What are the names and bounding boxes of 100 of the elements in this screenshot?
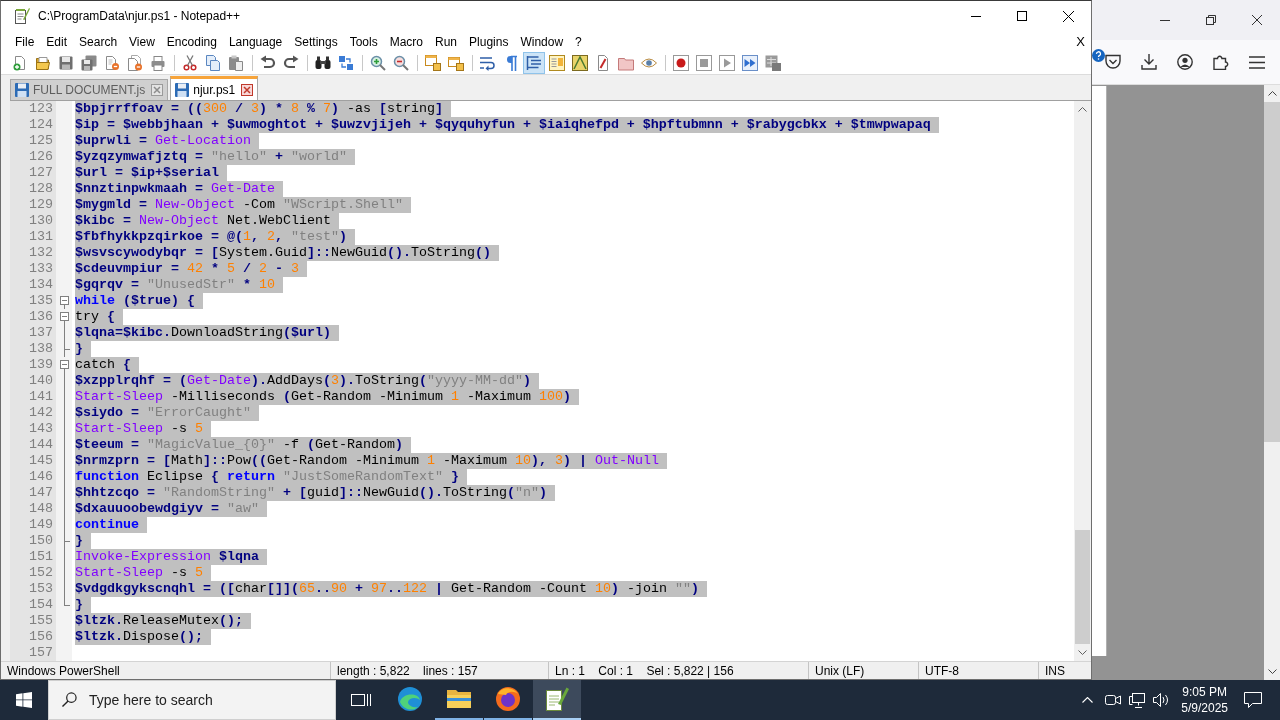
search-field[interactable]: Type here to search	[48, 680, 336, 720]
menu-item[interactable]: Language	[222, 32, 289, 51]
minimize-icon	[1160, 19, 1170, 21]
language-label: Windows PowerShell	[1, 662, 331, 679]
line-number: 138	[28, 341, 54, 357]
fold-minus-icon[interactable]	[59, 312, 69, 325]
line-number: 144	[28, 437, 54, 453]
line-number: 147	[28, 485, 54, 501]
clock-time[interactable]: 9:05 PM	[1182, 684, 1227, 700]
menu-item[interactable]: Plugins	[463, 32, 515, 51]
folder-icon	[447, 687, 471, 711]
line-number: 140	[28, 373, 54, 389]
close-document-button[interactable]: X	[1073, 34, 1088, 49]
stop-icon	[696, 55, 712, 71]
line-number: 137	[28, 325, 54, 341]
chevron-down-icon	[1267, 669, 1277, 674]
document-tab[interactable]: njur.ps1	[170, 76, 259, 100]
line-number: 148	[28, 501, 54, 517]
globe-icon	[496, 687, 520, 711]
line-number: 157	[28, 645, 54, 661]
two-pages-icon	[205, 55, 221, 71]
close-icon[interactable]	[151, 84, 164, 96]
binoculars-icon	[315, 55, 331, 71]
scrollbar-thumb[interactable]	[1075, 530, 1090, 644]
menu-item[interactable]: Settings	[288, 32, 344, 51]
folder-outline-icon	[618, 55, 634, 71]
monitor-icon[interactable]	[1129, 692, 1146, 708]
speaker-icon[interactable]	[1153, 693, 1170, 707]
cursor-position-label: Ln : 1 Col : 1 Sel : 5,822 | 156	[549, 662, 809, 679]
wave-circle-icon	[398, 687, 422, 711]
menu-item[interactable]: Run	[429, 32, 464, 51]
chevron-up-icon	[1078, 107, 1087, 112]
chevron-up-icon[interactable]	[1082, 697, 1094, 703]
printer-icon	[150, 55, 166, 71]
line-number: 129	[28, 197, 54, 213]
shield-chevron-icon	[1105, 54, 1121, 70]
menu-item[interactable]: Search	[73, 32, 124, 51]
maximize-icon	[1017, 11, 1027, 21]
menu-item[interactable]: Tools	[343, 32, 384, 51]
pages-minus-icon	[127, 55, 143, 71]
line-number: 133	[28, 261, 54, 277]
person-circle-icon	[1177, 54, 1193, 70]
camera-icon[interactable]	[1105, 694, 1122, 706]
grid-icon	[765, 55, 781, 71]
curved-arrow-left-icon	[260, 55, 276, 71]
wrap-arrow-icon	[480, 55, 496, 71]
taskbar-app-button[interactable]	[533, 680, 581, 720]
menu-item[interactable]: Window	[514, 32, 570, 51]
scissors-icon	[182, 55, 198, 71]
menu-item[interactable]: Encoding	[160, 32, 223, 51]
scrollbar-thumb[interactable]	[1264, 102, 1280, 442]
clock-date[interactable]: 5/9/2025	[1181, 700, 1228, 716]
speech-bubble-icon[interactable]	[1244, 692, 1262, 708]
stacked-rectangles-icon	[351, 692, 371, 708]
clipboard-icon	[228, 55, 244, 71]
mountain-tile-icon	[572, 55, 588, 71]
scrollbar[interactable]	[1074, 101, 1091, 661]
magnifier-plus-icon	[370, 55, 386, 71]
indent-lines-icon	[526, 55, 542, 71]
minimize-icon	[971, 15, 981, 17]
line-number: 135	[28, 293, 54, 309]
menu-item[interactable]: Edit	[40, 32, 74, 51]
line-number: 156	[28, 629, 54, 645]
restore-icon	[1206, 15, 1216, 25]
scrollbar[interactable]	[1264, 85, 1280, 680]
line-number: 136	[28, 309, 54, 325]
page-minus-icon	[104, 55, 120, 71]
puzzle-piece-icon	[1213, 54, 1229, 70]
fold-minus-icon[interactable]	[59, 296, 69, 309]
menu-item[interactable]: View	[123, 32, 161, 51]
menu-item[interactable]: Macro	[383, 32, 429, 51]
insert-mode-label: INS	[1044, 662, 1066, 679]
encoding-label: UTF-8	[919, 662, 1039, 679]
document-tab[interactable]: FULL DOCUMENT.js	[10, 79, 169, 100]
line-number: 139	[28, 357, 54, 373]
notepad-icon	[545, 687, 569, 711]
line-number: 146	[28, 469, 54, 485]
menu-item[interactable]: ?	[569, 32, 588, 51]
line-number: 128	[28, 181, 54, 197]
play-icon	[719, 55, 735, 71]
line-number: 143	[28, 421, 54, 437]
document-length-label: length : 5,822 lines : 157	[331, 662, 549, 679]
close-icon[interactable]	[241, 83, 254, 96]
fold-minus-icon[interactable]	[59, 360, 69, 373]
page-thumbnail-icon	[549, 55, 565, 71]
eye-icon	[641, 55, 657, 71]
page-slash-icon	[595, 55, 611, 71]
curved-arrow-right-icon	[283, 55, 299, 71]
swap-squares-icon	[338, 55, 354, 71]
line-number: 149	[28, 517, 54, 533]
line-number: 132	[28, 245, 54, 261]
menu-item[interactable]: File	[9, 32, 41, 51]
line-number: 125	[28, 133, 54, 149]
help-icon[interactable]	[1092, 49, 1105, 62]
line-number: 123	[28, 101, 54, 117]
window-panes-icon	[16, 692, 32, 708]
menu-icon	[1249, 55, 1265, 69]
line-number: 151	[28, 549, 54, 565]
line-ending-label: Unix (LF)	[809, 662, 919, 679]
line-number: 141	[28, 389, 54, 405]
